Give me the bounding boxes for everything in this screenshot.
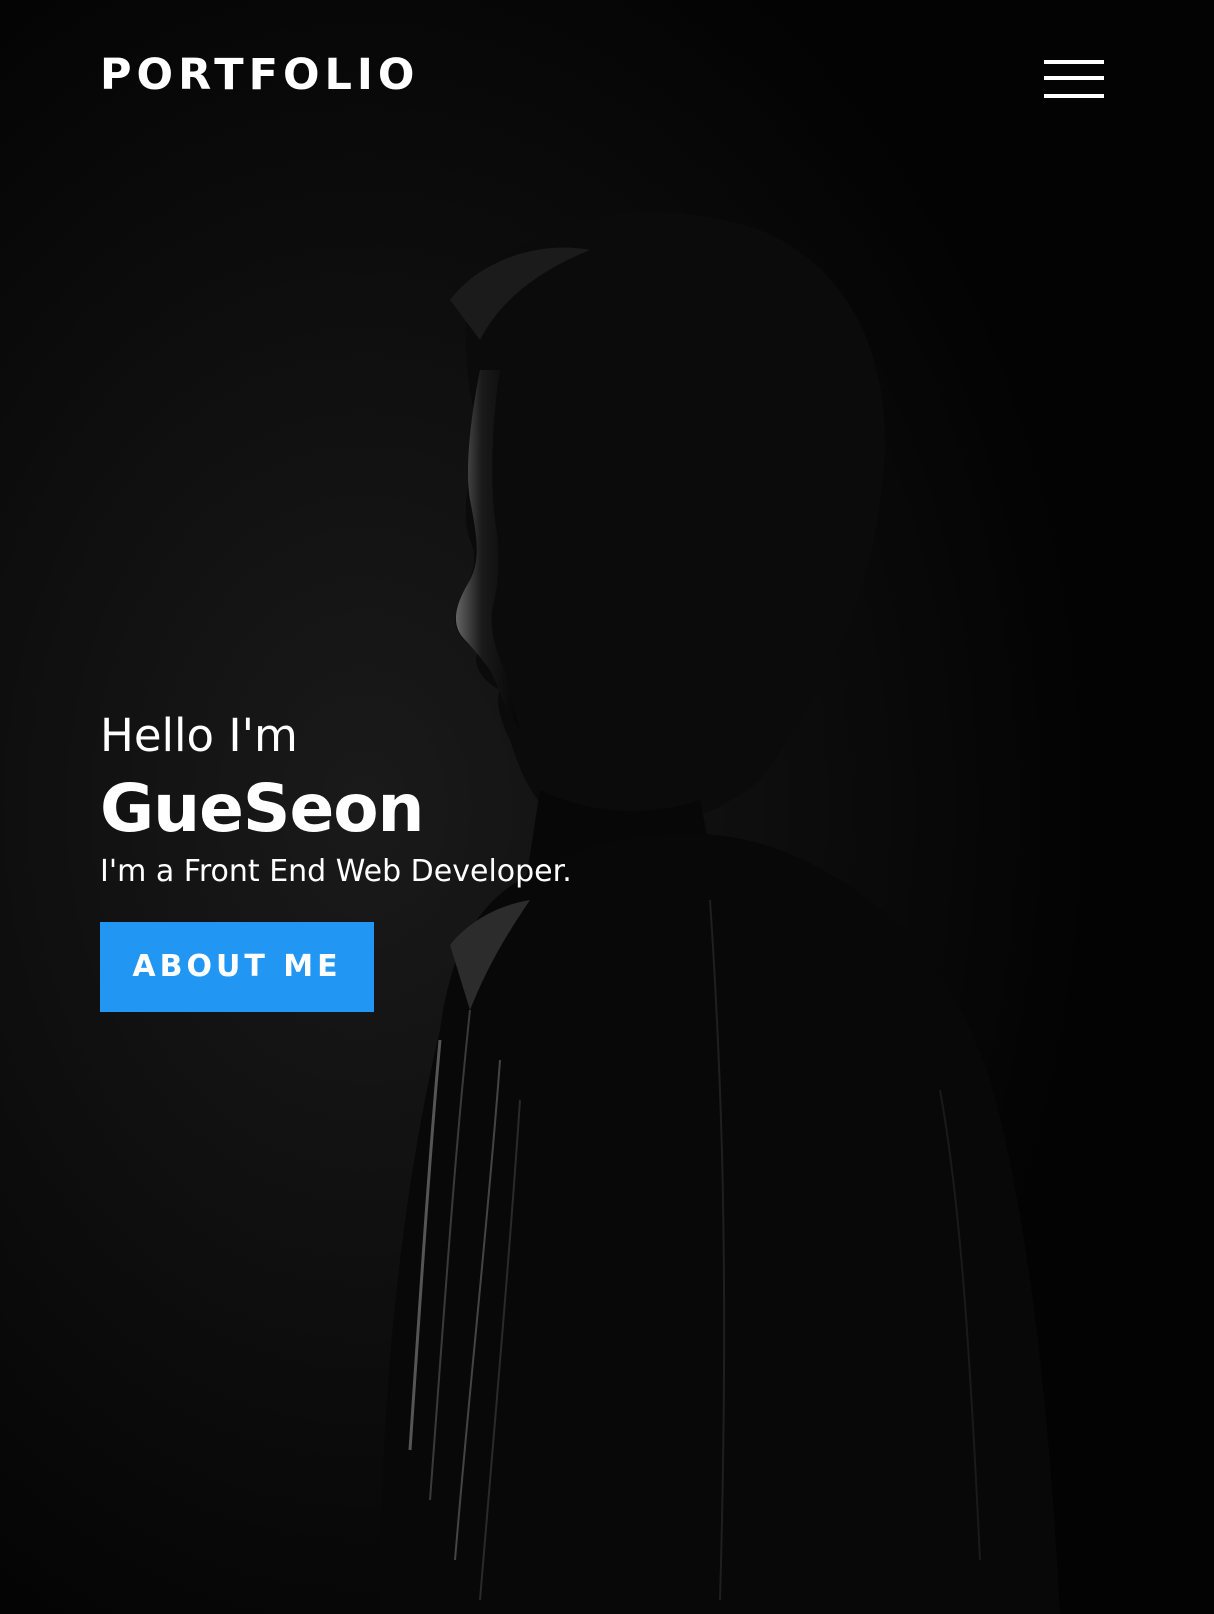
about-me-button[interactable]: ABOUT ME	[100, 922, 374, 1012]
hero-role: I'm a Front End Web Developer.	[100, 854, 572, 889]
site-logo[interactable]: PORTFOLIO	[100, 54, 419, 97]
hero-section: PORTFOLIO Hello I'm GueSeon I'm a Front …	[0, 0, 1214, 1614]
menu-bar-middle	[1044, 76, 1104, 80]
hero-intro: Hello I'm GueSeon I'm a Front End Web De…	[100, 705, 800, 893]
menu-bar-top	[1044, 60, 1104, 64]
menu-bar-bottom	[1044, 94, 1104, 98]
site-header: PORTFOLIO	[100, 52, 1104, 112]
hero-name: GueSeon	[100, 770, 425, 847]
hamburger-menu-icon[interactable]	[1044, 58, 1104, 100]
hero-greeting: Hello I'm	[100, 709, 298, 762]
